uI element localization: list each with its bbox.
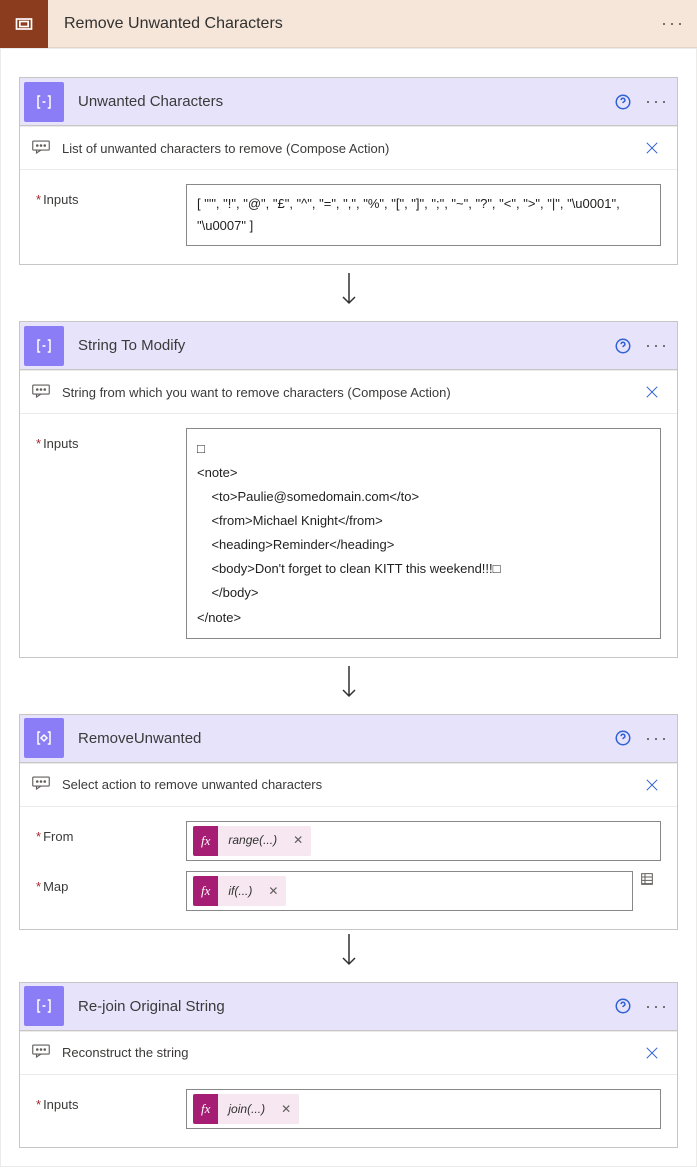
map-field[interactable]: fxif(...)✕ — [186, 871, 633, 911]
action-remove-unwanted: RemoveUnwanted ··· Select action to remo… — [19, 714, 678, 930]
inputs-field[interactable]: [ "'", "!", "@", "£", "^", "=", ",", "%"… — [186, 184, 661, 246]
flow-arrow — [19, 658, 678, 714]
action-comment-bar: Reconstruct the string — [20, 1031, 677, 1075]
action-title: RemoveUnwanted — [64, 730, 609, 747]
select-icon — [24, 718, 64, 758]
action-comment-bar: String from which you want to remove cha… — [20, 370, 677, 414]
action-header[interactable]: Unwanted Characters ··· — [20, 78, 677, 126]
flow-arrow — [19, 265, 678, 321]
scope-menu-button[interactable]: ··· — [649, 13, 697, 34]
action-title: Re-join Original String — [64, 998, 609, 1015]
action-menu-button[interactable]: ··· — [637, 91, 677, 112]
comment-text: List of unwanted characters to remove (C… — [62, 141, 641, 156]
action-header[interactable]: String To Modify ··· — [20, 322, 677, 370]
action-title: Unwanted Characters — [64, 93, 609, 110]
flow-canvas: Unwanted Characters ··· List of unwanted… — [0, 48, 697, 1167]
token-remove-button[interactable]: ✕ — [260, 881, 286, 901]
token-remove-button[interactable]: ✕ — [285, 830, 311, 850]
action-title: String To Modify — [64, 337, 609, 354]
flow-arrow — [19, 930, 678, 982]
comment-icon — [32, 1044, 52, 1061]
expression-token[interactable]: fxrange(...)✕ — [193, 826, 311, 856]
comment-text: String from which you want to remove cha… — [62, 385, 641, 400]
action-menu-button[interactable]: ··· — [637, 728, 677, 749]
action-unwanted-characters: Unwanted Characters ··· List of unwanted… — [19, 77, 678, 265]
help-button[interactable] — [609, 997, 637, 1015]
action-menu-button[interactable]: ··· — [637, 335, 677, 356]
field-label-inputs: *Inputs — [36, 184, 186, 207]
inputs-field[interactable]: □ <note> <to>Paulie@somedomain.com</to> … — [186, 428, 661, 638]
inputs-field[interactable]: fxjoin(...)✕ — [186, 1089, 661, 1129]
action-string-to-modify: String To Modify ··· String from which y… — [19, 321, 678, 657]
map-mode-toggle[interactable] — [633, 871, 661, 887]
action-comment-bar: Select action to remove unwanted charact… — [20, 763, 677, 807]
compose-icon — [24, 326, 64, 366]
field-label-inputs: *Inputs — [36, 428, 186, 451]
expression-token[interactable]: fxjoin(...)✕ — [193, 1094, 299, 1124]
token-remove-button[interactable]: ✕ — [273, 1099, 299, 1119]
action-header[interactable]: Re-join Original String ··· — [20, 983, 677, 1031]
help-button[interactable] — [609, 729, 637, 747]
scope-icon — [0, 0, 48, 48]
comment-close-button[interactable] — [641, 1044, 663, 1062]
comment-icon — [32, 384, 52, 401]
comment-icon — [32, 140, 52, 157]
field-label-from: *From — [36, 821, 186, 844]
action-comment-bar: List of unwanted characters to remove (C… — [20, 126, 677, 170]
comment-text: Reconstruct the string — [62, 1045, 641, 1060]
action-header[interactable]: RemoveUnwanted ··· — [20, 715, 677, 763]
action-rejoin-string: Re-join Original String ··· Reconstruct … — [19, 982, 678, 1148]
comment-close-button[interactable] — [641, 776, 663, 794]
expression-token[interactable]: fxif(...)✕ — [193, 876, 286, 906]
compose-icon — [24, 82, 64, 122]
comment-text: Select action to remove unwanted charact… — [62, 777, 641, 792]
from-field[interactable]: fxrange(...)✕ — [186, 821, 661, 861]
help-button[interactable] — [609, 337, 637, 355]
compose-icon — [24, 986, 64, 1026]
comment-close-button[interactable] — [641, 139, 663, 157]
comment-icon — [32, 776, 52, 793]
scope-header: Remove Unwanted Characters ··· — [0, 0, 697, 48]
help-button[interactable] — [609, 93, 637, 111]
comment-close-button[interactable] — [641, 383, 663, 401]
action-menu-button[interactable]: ··· — [637, 996, 677, 1017]
field-label-inputs: *Inputs — [36, 1089, 186, 1112]
field-label-map: *Map — [36, 871, 186, 894]
scope-title: Remove Unwanted Characters — [48, 15, 649, 33]
